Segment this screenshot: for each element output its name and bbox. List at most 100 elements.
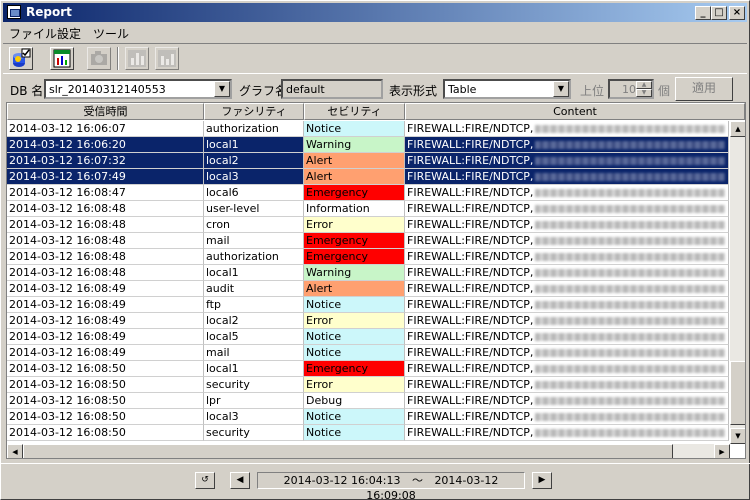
bar-chart-button[interactable] [125,47,149,70]
cell-time: 2014-03-12 16:08:48 [7,249,204,265]
horizontal-scrollbar[interactable]: ◀ ▶ [7,444,730,458]
cell-time: 2014-03-12 16:07:49 [7,169,204,185]
cell-content: FIREWALL:FIRE/NDTCP, [405,169,729,185]
chevron-down-icon[interactable]: ▼ [214,81,230,97]
apply-button[interactable]: 適用 [675,77,733,101]
cell-severity: Error [304,217,405,233]
close-button[interactable]: × [729,6,745,20]
chart-icon [158,50,176,67]
scroll-left-icon[interactable]: ◀ [7,444,23,458]
maximize-icon: □ [714,7,724,18]
table-body: 2014-03-12 16:06:07 authorization Notice FI… [7,121,729,444]
redacted-content [535,413,726,421]
table-row[interactable]: 2014-03-12 16:08:50 security Notice FIREWAL… [7,425,729,441]
table-row[interactable]: 2014-03-12 16:08:48 cron Error FIREWALL:FIR… [7,217,729,233]
menu-settings[interactable]: 設定 [57,25,81,42]
cell-content: FIREWALL:FIRE/NDTCP, [405,201,729,217]
table-row[interactable]: 2014-03-12 16:06:07 authorization Notice FI… [7,121,729,137]
table-row[interactable]: 2014-03-12 16:08:50 security Error FIREWALL… [7,377,729,393]
column-header-facility[interactable]: ファシリティ [204,103,304,120]
cell-time: 2014-03-12 16:08:50 [7,377,204,393]
redacted-content [535,253,726,261]
reset-button[interactable]: ↺ [195,472,215,489]
cell-content: FIREWALL:FIRE/NDTCP, [405,393,729,409]
table-row[interactable]: 2014-03-12 16:08:48 user-level Information… [7,201,729,217]
table-row[interactable]: 2014-03-12 16:07:32 local2 Alert FIREWALL:F… [7,153,729,169]
previous-button[interactable]: ◀ [230,472,250,489]
cell-content: FIREWALL:FIRE/NDTCP, [405,345,729,361]
graph-name-field: default [281,79,383,99]
scroll-down-icon[interactable]: ▼ [730,428,745,444]
table-row[interactable]: 2014-03-12 16:07:49 local3 Alert FIREWALL:F… [7,169,729,185]
chevron-down-icon[interactable]: ▼ [553,81,569,97]
spinner-up-icon[interactable]: ▲ [636,81,652,89]
redacted-content [535,365,726,373]
menu-file[interactable]: ファイル [9,25,57,42]
cell-facility: cron [204,217,304,233]
column-header-severity[interactable]: セビリティ [304,103,405,120]
top-n-spinner[interactable]: 10 ▲ ▼ [608,79,654,99]
table-row[interactable]: 2014-03-12 16:08:49 audit Alert FIREWALL:FI… [7,281,729,297]
db-name-select[interactable]: slr_20140312140553 ▼ [44,79,232,99]
table-row[interactable]: 2014-03-12 16:08:48 authorization Emergenc… [7,249,729,265]
redacted-content [535,381,726,389]
toolbar [3,43,747,71]
table-row[interactable]: 2014-03-12 16:08:49 ftp Notice FIREWALL:FIR… [7,297,729,313]
redacted-content [535,125,726,133]
cell-time: 2014-03-12 16:08:49 [7,313,204,329]
scroll-right-icon[interactable]: ▶ [714,444,730,458]
cell-content: FIREWALL:FIRE/NDTCP, [405,313,729,329]
chart-button[interactable] [155,47,179,70]
table-row[interactable]: 2014-03-12 16:08:50 local1 Emergency FIREWA… [7,361,729,377]
cell-facility: mail [204,345,304,361]
display-format-select[interactable]: Table ▼ [443,79,571,99]
table-row[interactable]: 2014-03-12 16:08:50 lpr Debug FIREWALL:FIRE… [7,393,729,409]
cell-severity: Notice [304,329,405,345]
camera-button[interactable] [87,47,111,70]
cell-facility: mail [204,233,304,249]
table-row[interactable]: 2014-03-12 16:08:49 mail Notice FIREWALL:FI… [7,345,729,361]
minimize-button[interactable]: _ [695,6,711,20]
cell-content: FIREWALL:FIRE/NDTCP, [405,121,729,137]
table-row[interactable]: 2014-03-12 16:08:49 local5 Notice FIREWALL:… [7,329,729,345]
cell-time: 2014-03-12 16:08:48 [7,217,204,233]
table-row[interactable]: 2014-03-12 16:06:20 local1 Warning FIREWALL… [7,137,729,153]
table-row[interactable]: 2014-03-12 16:08:49 local2 Error FIREWALL:F… [7,313,729,329]
table-row[interactable]: 2014-03-12 16:08:50 local3 Notice FIREWALL:… [7,409,729,425]
table-row[interactable]: 2014-03-12 16:08:47 local6 Emergency FIREWA… [7,185,729,201]
column-header-time[interactable]: 受信時間 [7,103,204,120]
vertical-scroll-thumb[interactable] [730,361,745,425]
report-icon [53,49,71,68]
cell-severity: Information [304,201,405,217]
cell-content: FIREWALL:FIRE/NDTCP, [405,233,729,249]
spinner-down-icon[interactable]: ▼ [636,89,652,97]
cell-time: 2014-03-12 16:08:49 [7,281,204,297]
column-header-content[interactable]: Content [405,103,745,120]
title-bar[interactable]: Report _ □ × [3,3,747,22]
maximize-button[interactable]: □ [711,6,727,20]
cell-content: FIREWALL:FIRE/NDTCP, [405,185,729,201]
cell-facility: local3 [204,169,304,185]
cell-severity: Emergency [304,185,405,201]
cell-severity: Emergency [304,249,405,265]
db-select-button[interactable] [9,47,33,70]
vertical-scrollbar[interactable]: ▲ ▼ [730,121,745,444]
cell-time: 2014-03-12 16:08:50 [7,425,204,441]
redacted-content [535,333,726,341]
toolbar-separator [117,47,119,70]
table-row[interactable]: 2014-03-12 16:08:48 mail Emergency FIREWALL… [7,233,729,249]
report-button[interactable] [50,47,74,70]
horizontal-scroll-thumb[interactable] [23,444,673,458]
cell-time: 2014-03-12 16:08:50 [7,393,204,409]
menu-tools[interactable]: ツール [93,25,129,42]
table-row[interactable]: 2014-03-12 16:08:48 local1 Warning FIREWALL… [7,265,729,281]
redacted-content [535,189,726,197]
next-button[interactable]: ▶ [532,472,552,489]
range-start: 2014-03-12 16:04:13 [283,474,401,487]
cell-severity: Debug [304,393,405,409]
cell-severity: Error [304,313,405,329]
graph-name-value: default [286,83,325,96]
scroll-up-icon[interactable]: ▲ [730,121,745,137]
report-window: Report _ □ × ファイル 設定 ツール DB 名 slr_201403… [0,0,750,500]
camera-icon [91,51,107,65]
